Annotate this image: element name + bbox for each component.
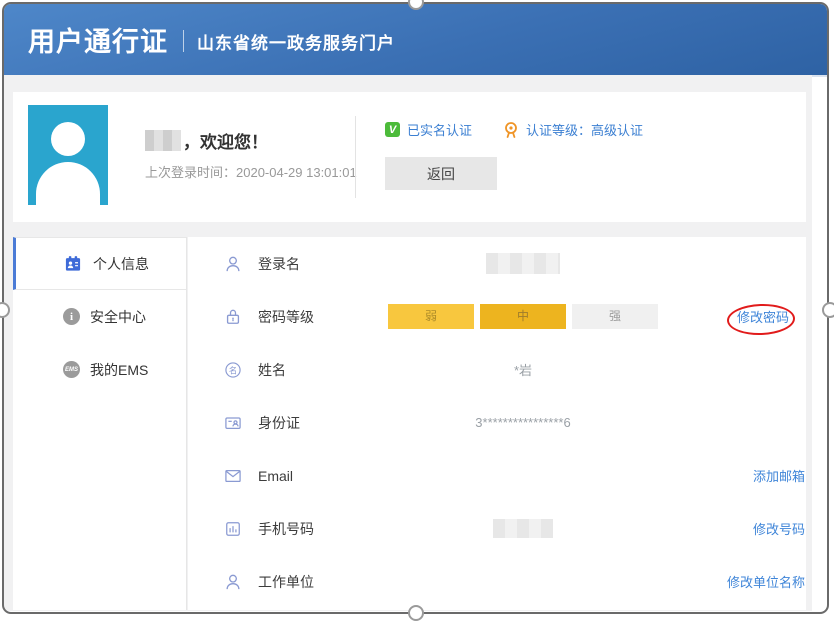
login-name-value-blurred [388, 253, 658, 274]
field-label: 身份证 [258, 413, 388, 433]
sidebar-item-my-ems[interactable]: EMS 我的EMS [13, 343, 186, 396]
field-label: Email [258, 468, 388, 484]
screenshot-root: 用户通行证 山东省统一政务服务门户 ，欢迎您！ 上次登录时间：2020-04-2… [0, 0, 834, 621]
sidebar-item-security-center[interactable]: i 安全中心 [13, 290, 186, 343]
avatar-head [51, 122, 85, 156]
change-number-link[interactable]: 修改号码 [753, 519, 806, 538]
realname-verified-label: 已实名认证 [407, 120, 472, 139]
last-login-time: 上次登录时间：2020-04-29 13:01:01 [145, 162, 357, 181]
selection-handle-right[interactable] [822, 302, 834, 318]
row-id-card: 身份证 3****************6 [188, 396, 806, 449]
password-strength-meter: 弱 中 强 [388, 304, 658, 329]
user-icon [222, 254, 244, 274]
svg-text:名: 名 [229, 365, 237, 375]
row-password-level: 密码等级 弱 中 强 修改密码 [188, 290, 806, 343]
row-work-unit: 工作单位 修改单位名称 [188, 555, 806, 608]
auth-level-label: 认证等级：高级认证 [526, 120, 643, 139]
name-circle-icon: 名 [222, 360, 244, 380]
realname-verified-badge: V 已实名认证 [385, 120, 472, 139]
sidebar-item-label: 我的EMS [90, 360, 148, 380]
id-card-icon [222, 413, 244, 433]
person-icon [222, 572, 244, 592]
info-icon: i [63, 308, 80, 325]
back-button[interactable]: 返回 [385, 157, 497, 190]
field-label: 手机号码 [258, 519, 388, 539]
app-header: 用户通行证 山东省统一政务服务门户 [4, 4, 827, 77]
profile-divider [355, 116, 356, 198]
mobile-value-blurred [388, 519, 658, 538]
row-login-name: 登录名 [188, 237, 806, 290]
greeting-text: ，欢迎您！ [183, 128, 268, 153]
sidebar: 个人信息 i 安全中心 EMS 我的EMS [13, 237, 187, 610]
auth-level-badge: 认证等级：高级认证 [502, 120, 643, 139]
field-label: 姓名 [258, 360, 388, 380]
id-card-value: 3****************6 [388, 415, 658, 430]
medal-icon [502, 121, 520, 139]
row-mobile-number: 手机号码 修改号码 [188, 502, 806, 555]
password-level-strong: 强 [572, 304, 658, 329]
add-email-link[interactable]: 添加邮箱 [753, 466, 806, 485]
verified-v-icon: V [385, 122, 400, 137]
password-level-weak: 弱 [388, 304, 474, 329]
badge-row: V 已实名认证 认证等级：高级认证 [385, 120, 643, 139]
greeting: ，欢迎您！ [145, 128, 268, 153]
portal-subtitle: 山东省统一政务服务门户 [197, 29, 395, 54]
mobile-bars-icon [222, 519, 244, 539]
change-unit-name-link[interactable]: 修改单位名称 [727, 572, 806, 591]
avatar [28, 105, 108, 205]
mail-icon [222, 466, 244, 486]
lock-icon [222, 307, 244, 327]
username-blurred [145, 130, 181, 151]
selection-handle-bottom[interactable] [408, 605, 424, 621]
sidebar-item-label: 个人信息 [93, 254, 149, 274]
avatar-torso [36, 162, 100, 205]
profile-card: ，欢迎您！ 上次登录时间：2020-04-29 13:01:01 V 已实名认证… [13, 92, 806, 222]
header-divider [183, 30, 184, 52]
password-level-medium: 中 [480, 304, 566, 329]
personal-info-panel: 登录名 密码等级 弱 中 强 修改密码 [188, 237, 806, 610]
row-name: 名 姓名 *岩 [188, 343, 806, 396]
field-label: 密码等级 [258, 307, 388, 327]
app-title: 用户通行证 [28, 20, 168, 59]
ems-icon: EMS [63, 361, 80, 378]
row-email: Email 添加邮箱 [188, 449, 806, 502]
name-value: *岩 [388, 360, 658, 379]
change-password-link[interactable]: 修改密码 [737, 307, 790, 326]
sidebar-item-personal-info[interactable]: 个人信息 [13, 237, 186, 290]
sidebar-item-label: 安全中心 [90, 307, 146, 327]
field-label: 工作单位 [258, 572, 388, 592]
field-label: 登录名 [258, 254, 388, 274]
id-badge-icon [63, 254, 83, 274]
